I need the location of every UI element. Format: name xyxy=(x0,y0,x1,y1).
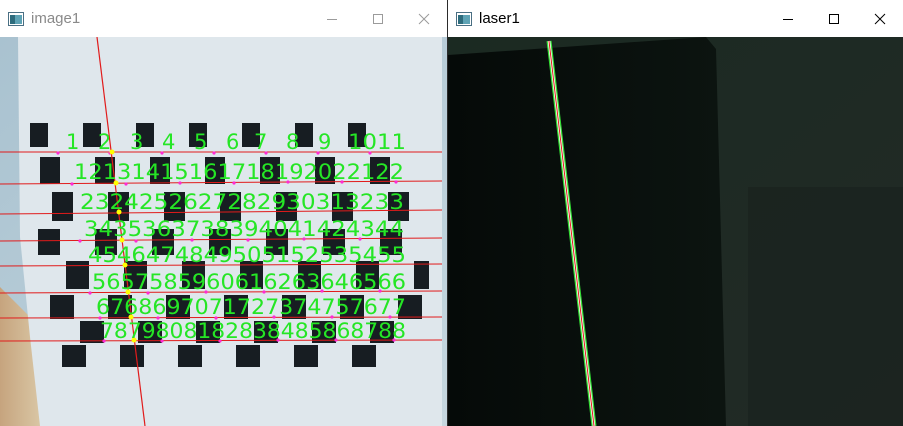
corner-label: 6 xyxy=(226,130,239,154)
close-icon xyxy=(874,13,886,24)
window-title: laser1 xyxy=(479,10,520,27)
corner-label: 1 xyxy=(66,130,79,154)
image1-window[interactable]: image1 1 2 3 4 5 6 7 8 9 1011 1213141516… xyxy=(0,0,447,426)
app-window-icon xyxy=(8,11,24,26)
minimize-icon xyxy=(327,18,337,20)
close-button[interactable] xyxy=(401,0,447,37)
laser-image xyxy=(448,37,903,426)
corner-label: 5 xyxy=(194,130,207,154)
window-title: image1 xyxy=(31,10,81,27)
corner-label: 8 xyxy=(286,130,299,154)
image1-canvas: 1 2 3 4 5 6 7 8 9 1011 12131415161718192… xyxy=(0,37,447,426)
laser1-titlebar[interactable]: laser1 xyxy=(448,0,903,37)
corner-label: 9 xyxy=(318,130,331,154)
label-row-6: 5657585960616263646566 xyxy=(92,270,406,294)
image1-titlebar[interactable]: image1 xyxy=(0,0,447,37)
corner-label: 1011 xyxy=(348,130,406,154)
minimize-button[interactable] xyxy=(765,0,811,37)
calibration-image: 1 2 3 4 5 6 7 8 9 1011 12131415161718192… xyxy=(0,37,447,426)
label-row-8: 7879808182838485868788 xyxy=(100,319,406,343)
label-row-5: 4546474849505152535455 xyxy=(88,243,406,267)
label-row-7: 6768697071727374757677 xyxy=(96,295,406,319)
corner-label: 7 xyxy=(254,130,267,154)
maximize-button[interactable] xyxy=(355,0,401,37)
label-row-2: 12131415161718192022122 xyxy=(74,160,404,184)
label-row-3: 2324252627282930313233 xyxy=(80,190,404,214)
close-icon xyxy=(418,13,430,24)
maximize-icon xyxy=(829,13,839,24)
laser1-window[interactable]: laser1 xyxy=(448,0,903,426)
laser1-canvas xyxy=(448,37,903,426)
close-button[interactable] xyxy=(857,0,903,37)
app-window-icon xyxy=(456,11,472,26)
corner-labels: 1 2 3 4 5 6 7 8 9 1011 12131415161718192… xyxy=(66,130,406,343)
label-row-4: 3435363738394041424344 xyxy=(84,217,404,241)
corner-label: 2 xyxy=(98,130,111,154)
maximize-icon xyxy=(373,13,383,24)
minimize-button[interactable] xyxy=(309,0,355,37)
minimize-icon xyxy=(783,18,793,20)
corner-label: 4 xyxy=(162,130,175,154)
corner-label: 3 xyxy=(130,130,143,154)
maximize-button[interactable] xyxy=(811,0,857,37)
